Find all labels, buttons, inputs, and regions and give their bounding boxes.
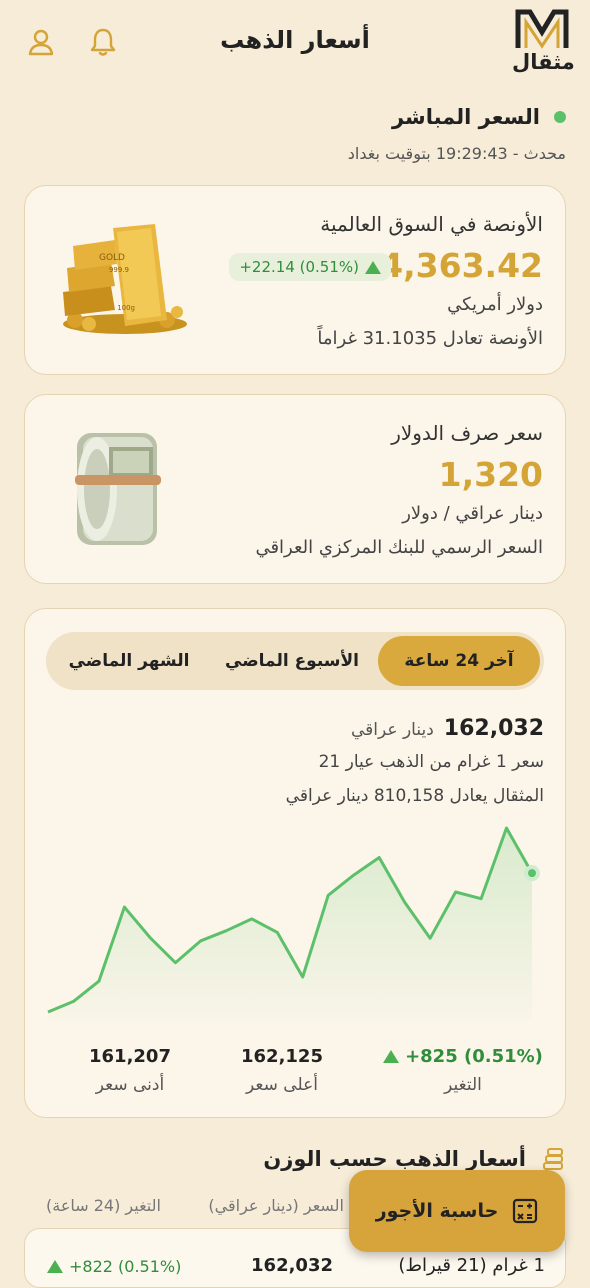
gram-price-row: 162,032 دينار عراقي xyxy=(351,716,544,741)
dollar-rate-note: السعر الرسمي للبنك المركزي العراقي xyxy=(255,537,543,558)
gram-price-value: 162,032 xyxy=(443,716,544,741)
chart-last-point xyxy=(524,865,540,882)
gold-bars-image: GOLD 999.9 100g xyxy=(63,224,187,334)
dollar-card-title: سعر صرف الدولار xyxy=(391,421,543,445)
ounce-note: الأونصة تعادل 31.1035 غراماً xyxy=(317,328,543,349)
weights-section-title: أسعار الذهب حسب الوزن xyxy=(263,1147,526,1171)
stat-high-value: 162,125 xyxy=(241,1046,323,1067)
stat-high: 162,125 أعلى سعر xyxy=(212,1046,352,1095)
notifications-button[interactable] xyxy=(86,25,120,59)
last-updated-text: محدث - 19:29:43 بتوقيت بغداد xyxy=(347,144,566,163)
ounce-currency: دولار أمريكي xyxy=(447,294,543,315)
bar-stamp-text: GOLD xyxy=(99,253,125,263)
stat-low-label: أدنى سعر xyxy=(95,1075,165,1095)
tab-last-week[interactable]: الأسبوع الماضي xyxy=(212,636,372,686)
mithqal-equivalent: المثقال يعادل 810,158 دينار عراقي xyxy=(285,786,544,806)
dollar-rate-unit: دينار عراقي / دولار xyxy=(402,503,543,524)
ounce-change-text: +22.14 (0.51%) xyxy=(239,258,359,276)
row-change-text: +822 (0.51%) xyxy=(69,1257,182,1276)
row-price: 162,032 xyxy=(251,1255,333,1276)
ounce-price-value: 4,363.42 xyxy=(380,246,543,285)
price-chart xyxy=(47,826,540,1020)
chart-area-fill xyxy=(48,828,532,1020)
column-header-price: السعر (دينار عراقي) xyxy=(208,1196,344,1215)
live-price-title: السعر المباشر xyxy=(391,105,540,129)
ounce-change-badge: +22.14 (0.51%) xyxy=(229,253,391,281)
stat-change-value-row: +825 (0.51%) xyxy=(378,1046,548,1067)
tab-last-month[interactable]: الشهر الماضي xyxy=(50,636,208,686)
stat-change: +825 (0.51%) التغير xyxy=(378,1046,548,1095)
bar-weight-text: 100g xyxy=(117,304,135,312)
dollar-rate-value: 1,320 xyxy=(438,455,543,494)
fee-calculator-button[interactable]: حاسبة الأجور xyxy=(349,1170,565,1252)
arrow-up-icon xyxy=(365,260,381,274)
tab-last-24h[interactable]: آخر 24 ساعة xyxy=(378,636,540,686)
stat-high-label: أعلى سعر xyxy=(246,1075,318,1095)
stat-change-label: التغير xyxy=(444,1075,482,1095)
bar-purity-text: 999.9 xyxy=(109,266,129,274)
calculator-icon xyxy=(513,1198,538,1224)
column-header-change: التغير (24 ساعة) xyxy=(46,1196,161,1215)
stat-change-value: +825 (0.51%) xyxy=(405,1046,543,1067)
bell-icon xyxy=(90,28,116,56)
dollar-rate-card[interactable]: سعر صرف الدولار 1,320 دينار عراقي / دولا… xyxy=(24,394,566,584)
arrow-up-icon xyxy=(383,1050,400,1063)
arrow-up-icon xyxy=(47,1260,63,1273)
dollar-roll-image xyxy=(75,433,161,545)
gram-price-desc: سعر 1 غرام من الذهب عيار 21 xyxy=(318,752,544,772)
stat-low: 161,207 أدنى سعر xyxy=(60,1046,200,1095)
stat-low-value: 161,207 xyxy=(89,1046,171,1067)
ounce-card-title: الأونصة في السوق العالمية xyxy=(320,212,543,236)
user-icon xyxy=(28,29,54,56)
row-change: +822 (0.51%) xyxy=(47,1257,181,1276)
profile-button[interactable] xyxy=(24,25,58,59)
live-indicator-dot xyxy=(554,111,566,123)
gram-price-unit: دينار عراقي xyxy=(351,720,434,740)
ounce-price-card[interactable]: الأونصة في السوق العالمية 4,363.42 +22.1… xyxy=(24,185,566,375)
row-weight-label: 1 غرام (21 قيراط) xyxy=(398,1255,545,1276)
period-tabs: آخر 24 ساعة الأسبوع الماضي الشهر الماضي xyxy=(46,632,544,690)
fee-calculator-label: حاسبة الأجور xyxy=(375,1200,499,1222)
